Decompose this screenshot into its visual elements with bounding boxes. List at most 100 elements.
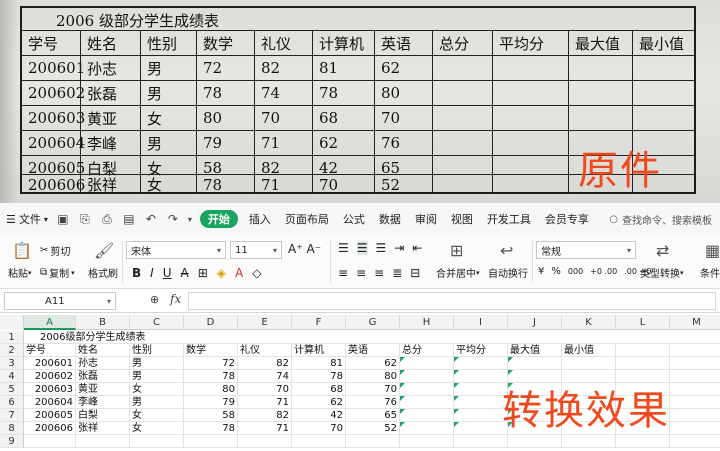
tab-1[interactable]: 插入 [242,203,278,235]
tab-4[interactable]: 数据 [372,203,408,235]
row-header[interactable]: 2 [0,344,24,357]
header-cell[interactable]: 最大值 [508,344,562,357]
thousands-button[interactable]: 000 [568,267,583,276]
grid-cell[interactable] [400,396,454,409]
grid-cell[interactable] [292,331,346,344]
file-menu[interactable]: ☰ 文件 ▾ [0,211,52,227]
column-header[interactable]: L [616,315,670,330]
function-icon[interactable]: fx [170,292,181,306]
grid-cell[interactable] [76,435,130,448]
print-icon[interactable]: ⎙ [96,203,118,235]
grid-cell[interactable] [508,357,562,370]
grid-cell[interactable] [454,383,508,396]
grid-cell[interactable]: 200603 [24,383,76,396]
grid-cell[interactable]: 70 [238,383,292,396]
row-header[interactable]: 5 [0,383,24,396]
grid-cell[interactable]: 78 [292,370,346,383]
tab-7[interactable]: 开发工具 [480,203,538,235]
grid-cell[interactable]: 58 [184,409,238,422]
row-header[interactable]: 3 [0,357,24,370]
increase-font-icon[interactable]: A⁺ [288,242,303,256]
wrap-icon[interactable]: ↩ [500,241,513,260]
grid-cell[interactable]: 81 [292,357,346,370]
grid-cell[interactable] [454,409,508,422]
grid-cell[interactable]: 男 [130,396,184,409]
row-header[interactable]: 9 [0,435,24,448]
strikethrough-icon[interactable]: A [181,266,189,280]
header-cell[interactable]: 最小值 [562,344,616,357]
grid-cell[interactable] [130,331,184,344]
grid-cell[interactable]: 孙志 [76,357,130,370]
tab-2[interactable]: 页面布局 [278,203,336,235]
grid-cell[interactable] [616,357,670,370]
grid-cell[interactable]: 80 [184,383,238,396]
tab-3[interactable]: 公式 [336,203,372,235]
grid-cell[interactable]: 男 [130,357,184,370]
align-left-icon[interactable]: ≡ [338,266,348,280]
grid-cell[interactable] [76,331,130,344]
column-header[interactable]: F [292,315,346,330]
grid-cell[interactable] [616,435,670,448]
grid-cell[interactable]: 62 [292,396,346,409]
header-cell[interactable]: 礼仪 [238,344,292,357]
grid-cell[interactable]: 52 [346,422,400,435]
column-header[interactable]: C [130,315,184,330]
clear-format-icon[interactable]: ◇ [252,266,261,280]
justify-icon[interactable]: ≣ [392,266,402,280]
export-icon[interactable]: ⎘ [74,203,96,235]
increase-decimal-button[interactable]: +0 .00 [590,267,617,276]
grid-cell[interactable] [454,357,508,370]
grid-cell[interactable] [400,383,454,396]
grid-cell[interactable]: 65 [346,409,400,422]
grid-cell[interactable]: 82 [238,409,292,422]
grid-cell[interactable] [670,422,720,435]
grid-cell[interactable] [508,435,562,448]
grid-cell[interactable]: 70 [346,383,400,396]
grid-cell[interactable] [616,331,670,344]
grid-cell[interactable]: 70 [292,422,346,435]
header-cell[interactable]: 数学 [184,344,238,357]
grid-cell[interactable] [454,422,508,435]
header-cell[interactable]: 总分 [400,344,454,357]
grid-cell[interactable] [454,331,508,344]
fill-color-icon[interactable]: ◈ [217,266,226,280]
preview-icon[interactable]: ▤ [118,203,140,235]
header-cell[interactable]: 性别 [130,344,184,357]
grid-cell[interactable] [670,344,720,357]
font-color-icon[interactable]: A [235,266,243,280]
percent-button[interactable]: % [551,266,561,277]
underline-button[interactable]: U [163,266,172,280]
grid-cell[interactable]: 74 [238,370,292,383]
paste-button[interactable]: 粘贴 ▾ [8,265,32,281]
type-convert-button[interactable]: 类型转换 ▾ [640,265,684,281]
grid-cell[interactable] [562,435,616,448]
formula-input[interactable] [188,292,716,310]
grid-cell[interactable]: 76 [346,396,400,409]
align-middle-icon[interactable]: ☰ [356,241,368,255]
grid-cell[interactable]: 李峰 [76,396,130,409]
italic-button[interactable]: I [150,266,154,280]
grid-cell[interactable] [292,435,346,448]
grid-cell[interactable] [400,331,454,344]
number-format-select[interactable]: 常规 ▾ [536,241,636,259]
conditional-format-icon[interactable]: ▦ [705,241,720,260]
grid-cell[interactable] [562,357,616,370]
grid-cell[interactable]: 42 [292,409,346,422]
grid-cell[interactable]: 80 [346,370,400,383]
grid-cell[interactable] [400,409,454,422]
grid-cell[interactable] [238,435,292,448]
grid-cell[interactable] [400,370,454,383]
wrap-text-button[interactable]: 自动换行 [488,265,528,280]
row-header[interactable]: 7 [0,409,24,422]
font-size-select[interactable]: 11 ▾ [230,241,282,259]
grid-cell[interactable] [454,435,508,448]
sheet-title-cell[interactable]: 2006级部分学生成绩表 [24,331,145,344]
cut-button[interactable]: ✂ 剪切 [40,243,70,258]
column-header[interactable]: G [346,315,400,330]
grid-cell[interactable]: 张磊 [76,370,130,383]
zoom-icon[interactable]: ⊕ [150,293,159,306]
tab-0[interactable]: 开始 [199,210,238,228]
column-header[interactable]: I [454,315,508,330]
grid-cell[interactable]: 女 [130,409,184,422]
grid-cell[interactable]: 白梨 [76,409,130,422]
